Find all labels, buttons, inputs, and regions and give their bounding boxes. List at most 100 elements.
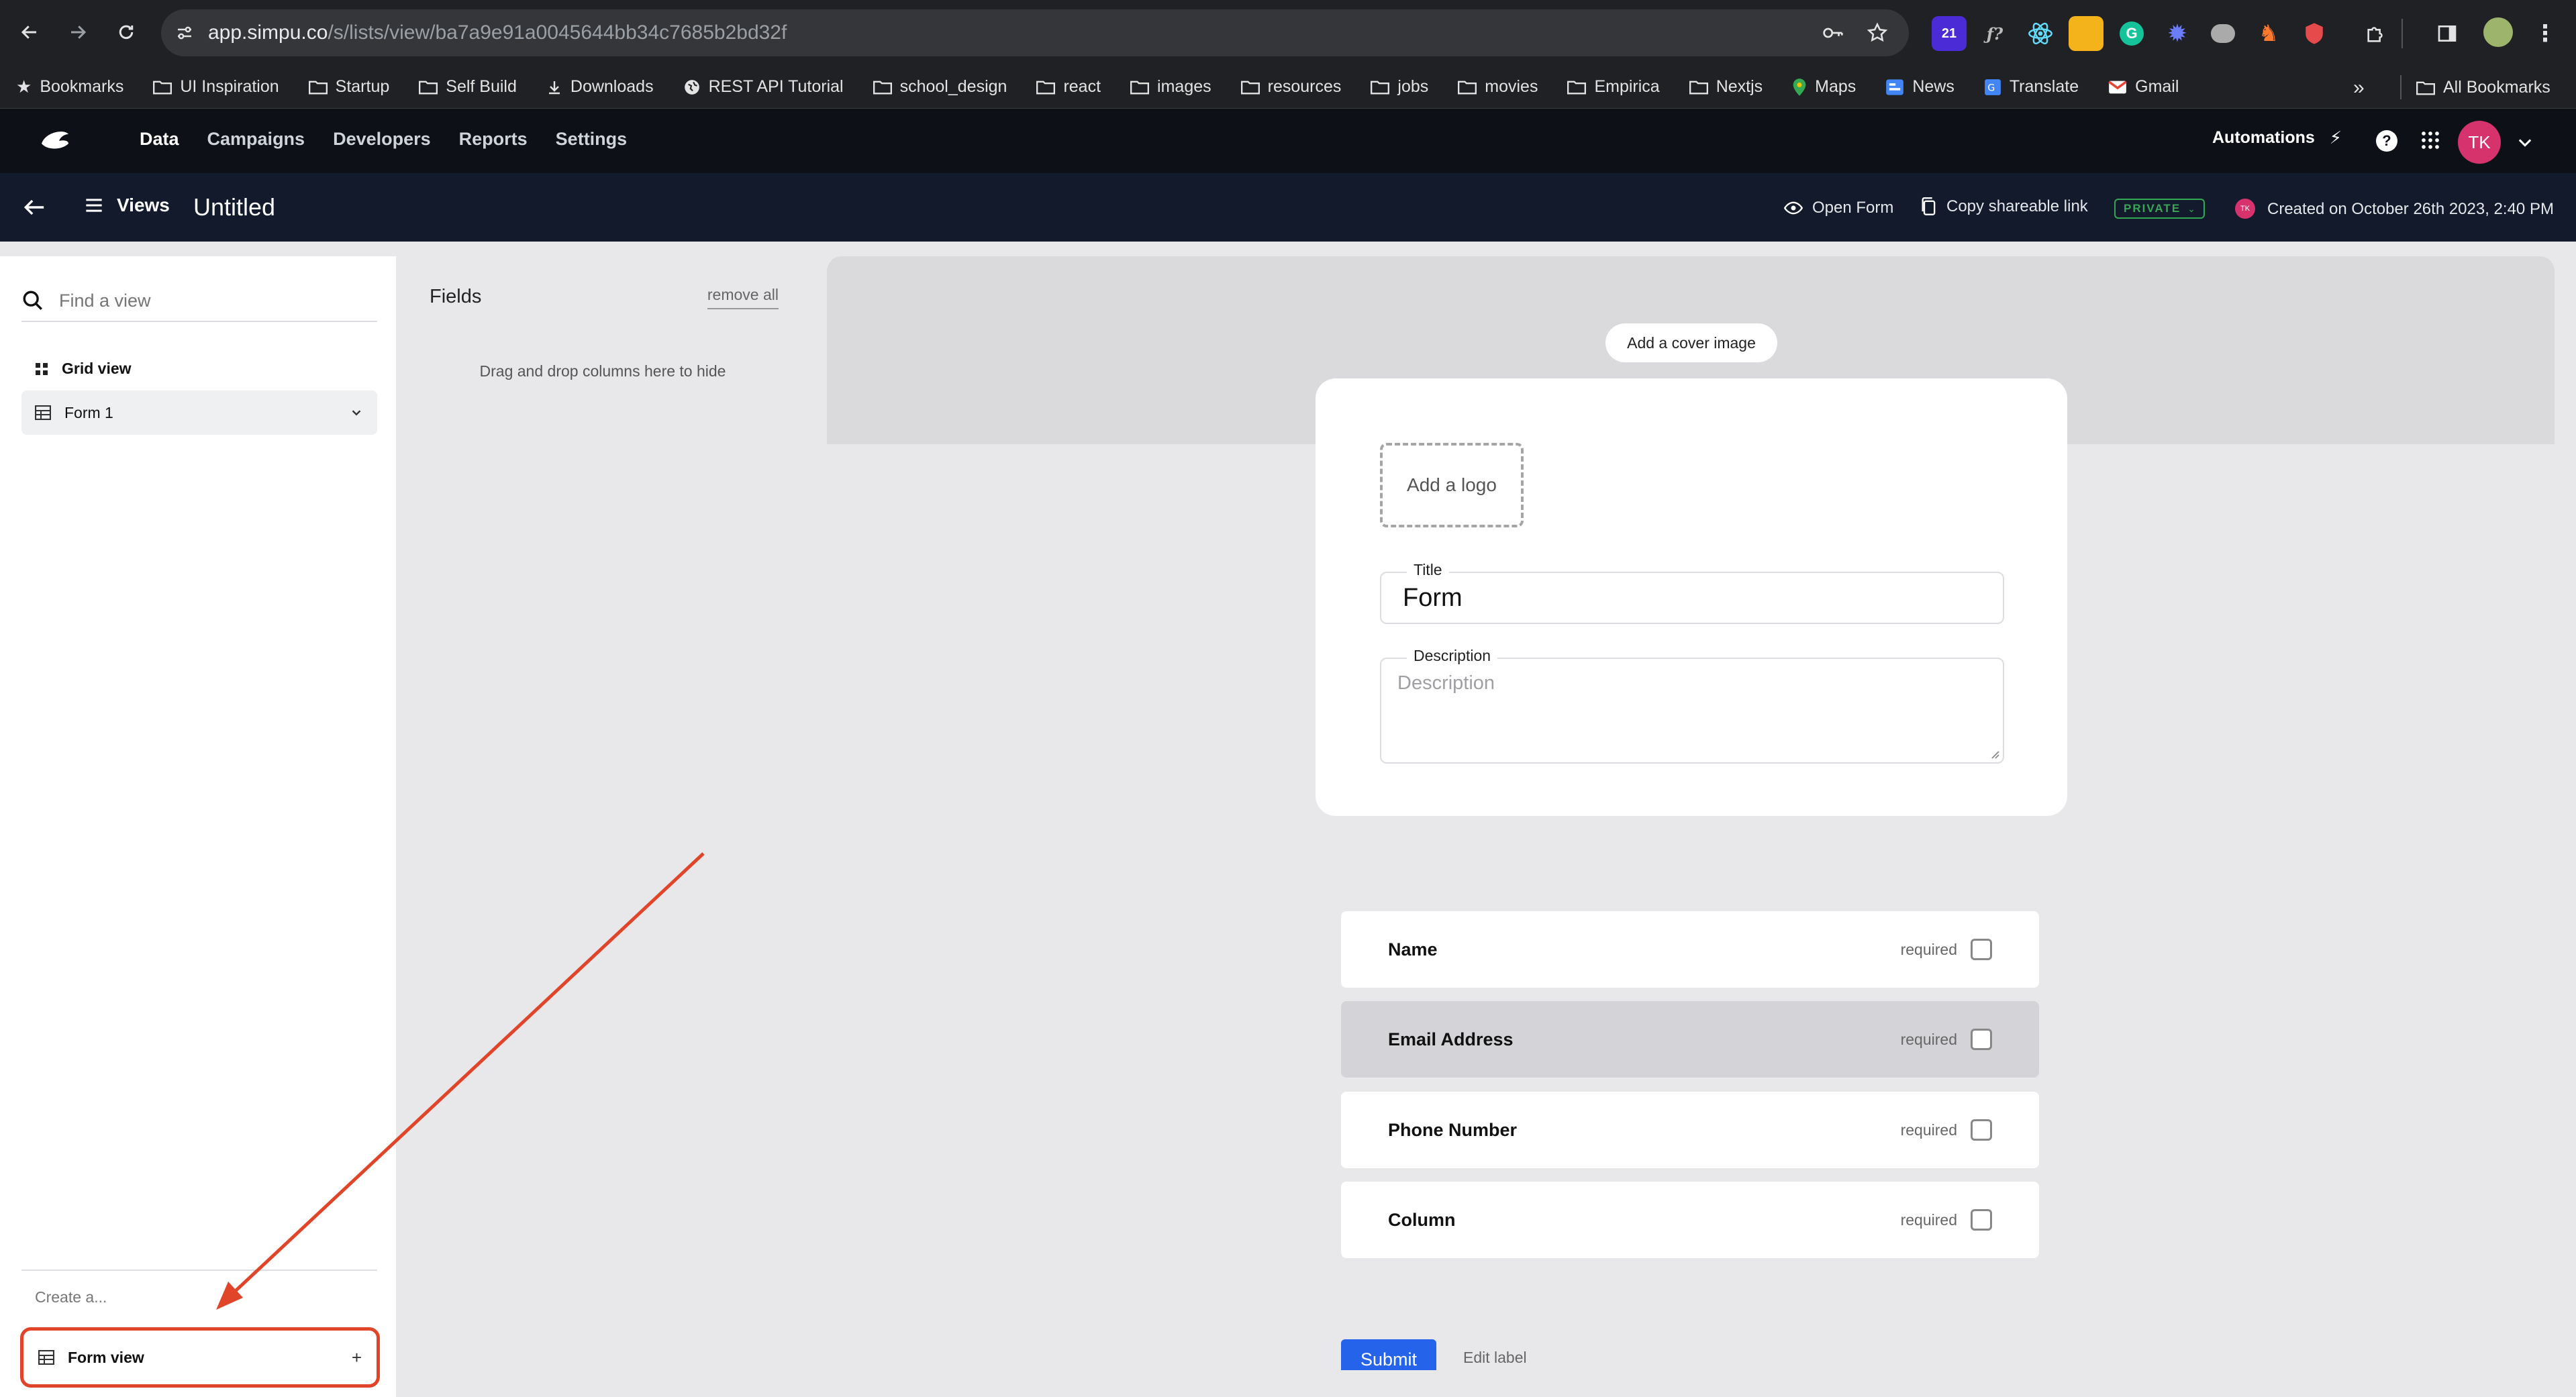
bookmark-folder[interactable]: Startup bbox=[308, 77, 389, 97]
form-builder: Add a cover image Add a logo Title Form … bbox=[827, 256, 2555, 1370]
create-form-view-button[interactable]: Form view + bbox=[20, 1327, 380, 1388]
menu-icon bbox=[86, 199, 102, 212]
folder-icon bbox=[308, 81, 328, 94]
help-icon[interactable]: ? bbox=[2376, 130, 2397, 152]
required-checkbox[interactable] bbox=[1971, 939, 1992, 960]
nav-reports[interactable]: Reports bbox=[459, 129, 528, 150]
more-vertical-icon[interactable]: ⋮ bbox=[2528, 16, 2563, 51]
side-panel-icon[interactable] bbox=[2430, 16, 2465, 51]
nav-data[interactable]: Data bbox=[140, 129, 179, 150]
add-cover-image-button[interactable]: Add a cover image bbox=[1605, 323, 1777, 362]
back-arrow-icon[interactable] bbox=[23, 197, 46, 217]
grid-icon bbox=[36, 362, 48, 375]
add-logo-button[interactable]: Add a logo bbox=[1380, 443, 1524, 527]
bookmark-item[interactable]: News bbox=[1885, 77, 1954, 97]
arrow-left-icon bbox=[21, 25, 36, 39]
cloud-extension-icon[interactable] bbox=[2206, 16, 2240, 51]
form-field-phone[interactable]: Phone Number required bbox=[1341, 1092, 2039, 1168]
nav-campaigns[interactable]: Campaigns bbox=[207, 129, 305, 150]
bookmark-folder[interactable]: Self Build bbox=[419, 77, 517, 97]
gear-extension-icon[interactable]: ✹ bbox=[2160, 16, 2195, 51]
user-avatar[interactable]: TK bbox=[2458, 121, 2501, 164]
url-path: /s/lists/view/ba7a9e91a0045644bb34c7685b… bbox=[328, 21, 787, 44]
bookmark-folder[interactable]: school_design bbox=[873, 77, 1007, 97]
shield-extension-icon[interactable] bbox=[2297, 16, 2332, 51]
eye-icon bbox=[1784, 201, 1803, 215]
apps-grid-icon[interactable] bbox=[2420, 130, 2440, 150]
forward-button[interactable] bbox=[58, 12, 98, 52]
bookmark-folder[interactable]: movies bbox=[1458, 77, 1538, 97]
nav-developers[interactable]: Developers bbox=[333, 129, 431, 150]
star-icon: ★ bbox=[16, 76, 32, 97]
bookmark-folder[interactable]: resources bbox=[1240, 77, 1341, 97]
all-bookmarks-button[interactable]: All Bookmarks bbox=[2416, 78, 2550, 97]
back-button[interactable] bbox=[9, 12, 50, 52]
title-input[interactable]: Form bbox=[1403, 584, 1463, 613]
submit-button[interactable]: Submit bbox=[1341, 1339, 1436, 1370]
bookmark-folder[interactable]: jobs bbox=[1371, 77, 1428, 97]
page-title[interactable]: Untitled bbox=[193, 193, 275, 221]
edit-label-link[interactable]: Edit label bbox=[1463, 1349, 1527, 1367]
required-checkbox[interactable] bbox=[1971, 1029, 1992, 1050]
bookmark-item[interactable]: ★ Bookmarks bbox=[16, 76, 123, 97]
folder-icon bbox=[2416, 81, 2435, 95]
required-checkbox[interactable] bbox=[1971, 1119, 1992, 1141]
title-label: Title bbox=[1407, 561, 1449, 579]
views-toggle[interactable]: Views bbox=[85, 195, 170, 216]
bookmarks-bar: ★ Bookmarks UI Inspiration Startup Self B… bbox=[0, 66, 2576, 109]
bookmark-item[interactable]: G Translate bbox=[1984, 77, 2079, 97]
title-field[interactable]: Title Form bbox=[1380, 561, 2004, 624]
folder-icon bbox=[1689, 81, 1708, 94]
folder-icon bbox=[419, 81, 438, 94]
bookmark-item[interactable]: REST API Tutorial bbox=[683, 77, 844, 97]
nav-settings[interactable]: Settings bbox=[556, 129, 628, 150]
bookmark-folder[interactable]: images bbox=[1130, 77, 1211, 97]
bookmark-folder[interactable]: Nextjs bbox=[1689, 77, 1763, 97]
description-field[interactable]: Description Description bbox=[1380, 647, 2004, 764]
view-item-form1[interactable]: Form 1 bbox=[21, 391, 377, 435]
bookmark-folder[interactable]: react bbox=[1036, 77, 1101, 97]
chevron-down-icon[interactable] bbox=[349, 405, 364, 420]
search-input[interactable] bbox=[59, 290, 354, 311]
open-form-button[interactable]: Open Form bbox=[1784, 199, 1893, 217]
puzzle-icon[interactable] bbox=[2359, 16, 2393, 51]
copy-link-button[interactable]: Copy shareable link bbox=[1921, 197, 2088, 216]
view-item-grid[interactable]: Grid view bbox=[35, 360, 132, 378]
bookmark-item[interactable]: Downloads bbox=[546, 77, 654, 97]
resize-handle-icon[interactable] bbox=[1989, 749, 2000, 760]
address-bar[interactable]: app.simpu.co/s/lists/view/ba7a9e91a00456… bbox=[161, 9, 1909, 56]
bookmark-folder[interactable]: UI Inspiration bbox=[153, 77, 279, 97]
fox-extension-icon[interactable]: ♞ bbox=[2251, 16, 2286, 51]
svg-text:G: G bbox=[1987, 83, 1995, 93]
description-input[interactable]: Description bbox=[1397, 672, 1495, 694]
reload-button[interactable] bbox=[106, 12, 146, 52]
created-date: Created on October 26th 2023, 2:40 PM bbox=[2267, 200, 2554, 218]
key-icon[interactable] bbox=[1822, 23, 1844, 43]
form-field-name[interactable]: Name required bbox=[1341, 911, 2039, 988]
arrow-right-icon bbox=[71, 25, 87, 39]
required-checkbox[interactable] bbox=[1971, 1209, 1992, 1231]
bookmark-item[interactable]: Gmail bbox=[2108, 77, 2179, 97]
form-field-email[interactable]: Email Address required bbox=[1341, 1001, 2039, 1078]
bookmarks-divider bbox=[2400, 75, 2401, 99]
bookmark-item[interactable]: Maps bbox=[1792, 77, 1856, 97]
app-navbar: Data Campaigns Developers Reports Settin… bbox=[0, 109, 2576, 173]
search-views[interactable] bbox=[21, 280, 377, 322]
privacy-badge[interactable]: PRIVATE ⌄ bbox=[2114, 199, 2205, 219]
calendar-extension-icon[interactable]: 21 bbox=[1932, 16, 1967, 51]
bookmarks-overflow-icon[interactable]: » bbox=[2353, 76, 2365, 99]
profile-avatar[interactable] bbox=[2481, 15, 2516, 50]
site-settings-icon[interactable] bbox=[175, 23, 195, 43]
react-devtools-icon[interactable] bbox=[2023, 16, 2058, 51]
grammarly-icon[interactable]: G bbox=[2114, 16, 2149, 51]
formula-extension-icon[interactable]: ƒ? bbox=[1977, 16, 2012, 51]
fields-dropzone-hint[interactable]: Drag and drop columns here to hide bbox=[400, 362, 805, 380]
star-icon[interactable] bbox=[1866, 21, 1889, 44]
automations-button[interactable]: Automations ⚡ bbox=[2212, 127, 2342, 148]
remove-all-link[interactable]: remove all bbox=[707, 286, 779, 309]
form-field-column[interactable]: Column required bbox=[1341, 1182, 2039, 1258]
palette-extension-icon[interactable] bbox=[2069, 16, 2103, 51]
chevron-down-icon[interactable] bbox=[2516, 133, 2534, 152]
bookmark-folder[interactable]: Empirica bbox=[1567, 77, 1660, 97]
simpu-logo[interactable] bbox=[38, 126, 72, 153]
